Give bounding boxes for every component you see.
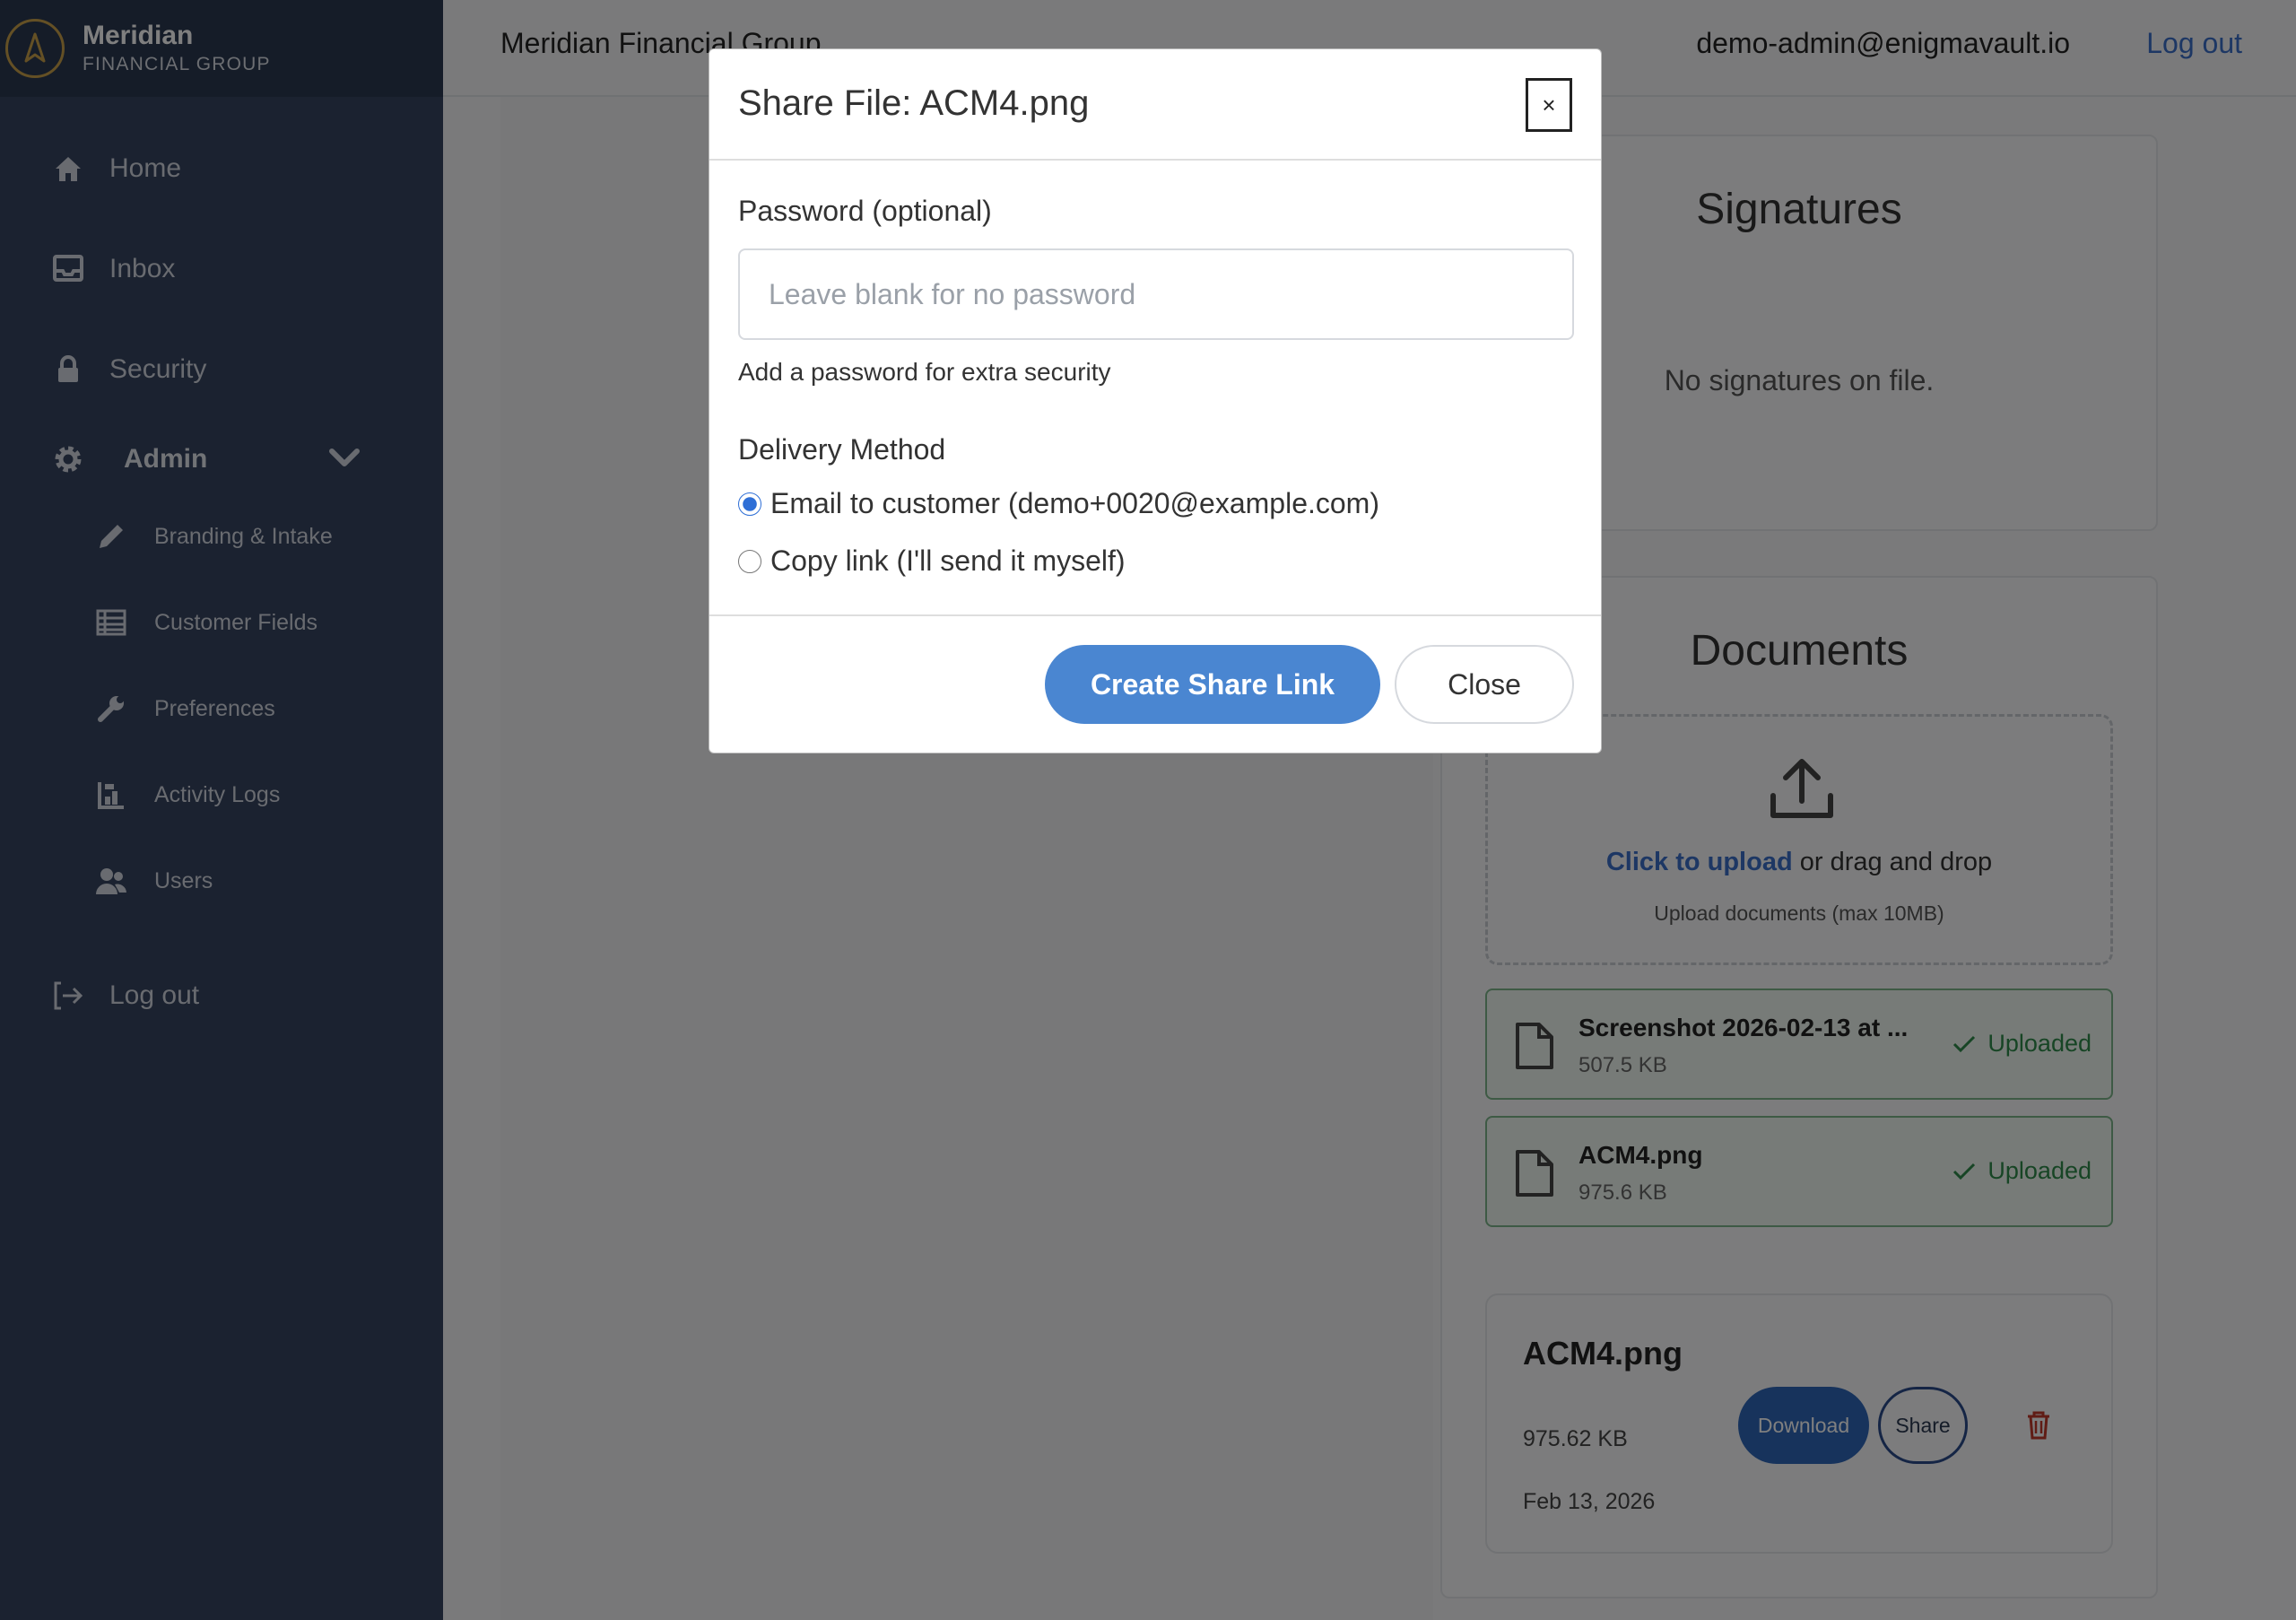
delivery-option-label: Email to customer (demo+0020@example.com… [770, 487, 1379, 519]
share-file-modal: Share File: ACM4.png × Password (optiona… [709, 48, 1602, 753]
delivery-option-copy-link[interactable]: Copy link (I'll send it myself) [738, 544, 1126, 578]
app-root: Meridian FINANCIAL GROUP Home Inbox Secu… [0, 0, 2296, 1620]
delivery-radio-email[interactable] [738, 492, 761, 516]
close-button[interactable]: Close [1395, 645, 1574, 724]
modal-close-x-button[interactable]: × [1526, 78, 1572, 132]
modal-header: Share File: ACM4.png × [709, 49, 1601, 161]
create-share-link-button[interactable]: Create Share Link [1045, 645, 1380, 724]
modal-footer-divider [709, 614, 1601, 616]
password-help-text: Add a password for extra security [738, 358, 1111, 386]
password-label: Password (optional) [738, 195, 992, 227]
password-input[interactable] [738, 248, 1574, 340]
delivery-method-label: Delivery Method [738, 433, 946, 466]
delivery-option-email[interactable]: Email to customer (demo+0020@example.com… [738, 487, 1379, 520]
modal-title: Share File: ACM4.png [738, 83, 1090, 123]
delivery-option-label: Copy link (I'll send it myself) [770, 544, 1126, 577]
delivery-radio-copy-link[interactable] [738, 549, 761, 573]
